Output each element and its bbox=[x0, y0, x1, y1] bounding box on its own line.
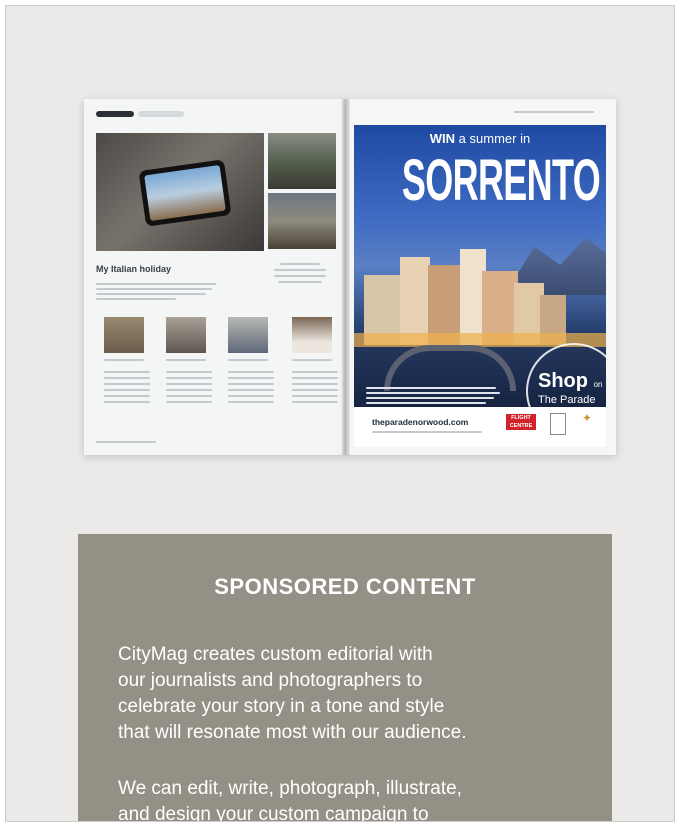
side-photo-town bbox=[268, 193, 336, 249]
ornament-logo: ✦ bbox=[582, 411, 593, 425]
article-headline: My Italian holiday bbox=[96, 264, 172, 274]
side-photo-coast bbox=[268, 133, 336, 189]
crest-logo bbox=[550, 413, 566, 435]
magazine-left-page: My Italian holiday bbox=[84, 99, 346, 455]
section-tag-secondary bbox=[138, 111, 184, 117]
person-thumb-3 bbox=[228, 317, 268, 353]
panel-line: CityMag creates custom editorial with bbox=[118, 644, 433, 665]
panel-line: celebrate your story in a tone and style bbox=[118, 696, 445, 717]
cover-title: SORRENTO bbox=[401, 148, 601, 213]
magazine-spread-image: My Italian holiday WIN a summer in SORRE… bbox=[84, 99, 616, 455]
cover-footer: theparadenorwood.com FLIGHT CENTRE ✦ bbox=[354, 407, 606, 447]
panel-line: that will resonate most with our audienc… bbox=[118, 722, 467, 743]
content-frame: My Italian holiday WIN a summer in SORRE… bbox=[5, 5, 675, 822]
shop-parade-text: The Parade bbox=[538, 394, 596, 406]
sponsored-content-panel: SPONSORED CONTENT CityMag creates custom… bbox=[78, 534, 612, 822]
panel-line: We can edit, write, photograph, illustra… bbox=[118, 778, 462, 799]
phone-image bbox=[138, 159, 232, 227]
person-thumb-4 bbox=[292, 317, 332, 353]
magazine-right-page: WIN a summer in SORRENTO Shop on The Par… bbox=[346, 99, 616, 455]
person-thumb-1 bbox=[104, 317, 144, 353]
panel-line: our journalists and photographers to bbox=[118, 670, 423, 691]
shop-word: Shop bbox=[538, 370, 588, 392]
cover-win-rest: a summer in bbox=[455, 131, 531, 146]
panel-line: and design your custom campaign to bbox=[118, 804, 429, 822]
panel-title: SPONSORED CONTENT bbox=[214, 574, 476, 599]
town-illustration bbox=[354, 235, 606, 347]
cover-footer-url: theparadenorwood.com bbox=[372, 417, 469, 427]
section-tag bbox=[96, 111, 134, 117]
person-thumb-2 bbox=[166, 317, 206, 353]
shop-badge-text: Shop on bbox=[538, 370, 602, 393]
hero-photo-phone bbox=[96, 133, 264, 251]
magazine-spine bbox=[342, 99, 350, 455]
cover-win-line: WIN a summer in bbox=[354, 131, 606, 146]
flight-centre-logo: FLIGHT CENTRE bbox=[506, 414, 536, 430]
shop-on-word: on bbox=[593, 380, 603, 389]
cover-advert: WIN a summer in SORRENTO Shop on The Par… bbox=[354, 125, 606, 439]
cover-win-bold: WIN bbox=[429, 131, 456, 146]
